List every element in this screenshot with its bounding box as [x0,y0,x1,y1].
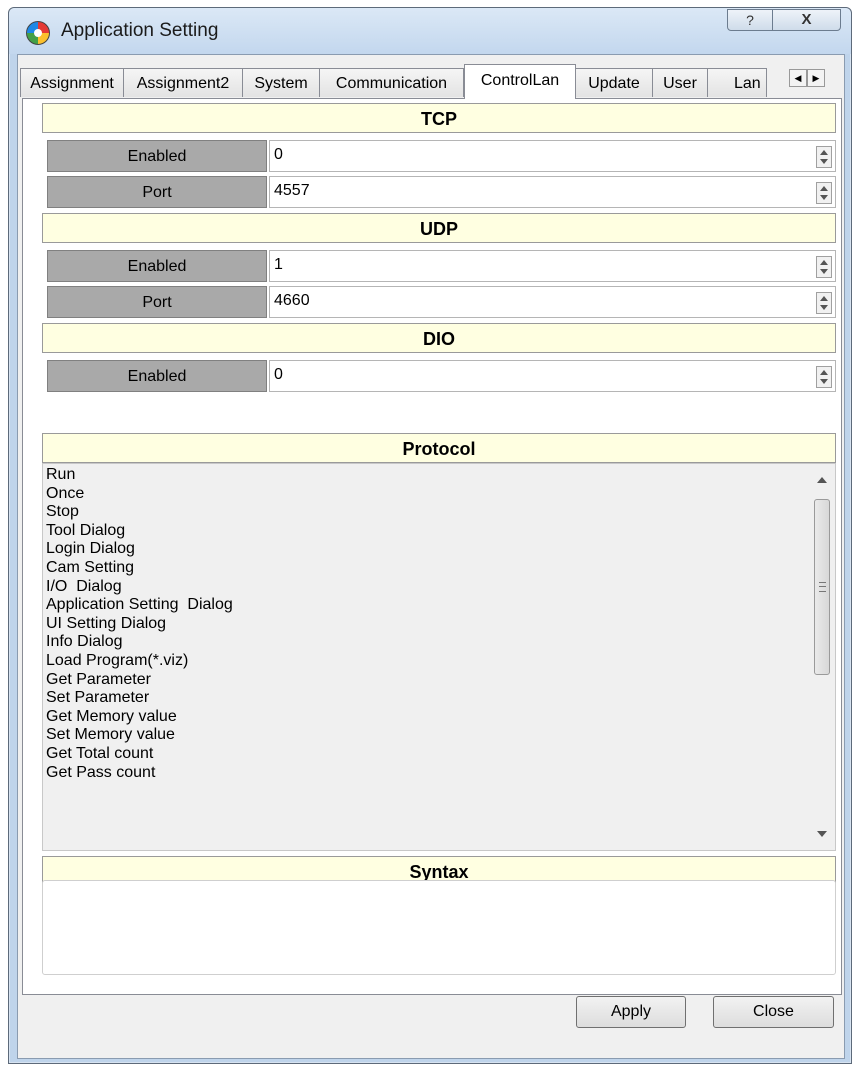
udp-port-label: Port [47,286,267,318]
dio-enabled-spinner-icon[interactable] [816,366,832,388]
protocol-item[interactable]: Load Program(*.viz) [46,652,806,671]
protocol-items: Run Once Stop Tool Dialog Login Dialog C… [46,466,806,782]
udp-enabled-value: 1 [274,256,283,273]
tcp-port-label: Port [47,176,267,208]
scroll-down-arrow-icon[interactable] [817,831,827,837]
udp-enabled-label: Enabled [47,250,267,282]
syntax-text-area[interactable] [42,880,836,975]
protocol-item[interactable]: Info Dialog [46,633,806,652]
protocol-item[interactable]: Once [46,485,806,504]
tcp-enabled-field[interactable]: 0 [269,140,836,172]
dio-enabled-field[interactable]: 0 [269,360,836,392]
tcp-enabled-spinner-icon[interactable] [816,146,832,168]
protocol-scrollbar[interactable] [810,465,834,849]
protocol-item[interactable]: Get Memory value [46,708,806,727]
tab-controllan[interactable]: ControlLan [464,64,576,99]
udp-enabled-spinner-icon[interactable] [816,256,832,278]
dio-header: DIO [42,323,836,353]
grip-icon [819,582,826,592]
tcp-port-value: 4557 [274,182,310,199]
dio-enabled-label: Enabled [47,360,267,392]
udp-port-value: 4660 [274,292,310,309]
protocol-item[interactable]: Get Total count [46,745,806,764]
protocol-item[interactable]: I/O Dialog [46,578,806,597]
protocol-item[interactable]: Stop [46,503,806,522]
udp-header: UDP [42,213,836,243]
protocol-item[interactable]: Tool Dialog [46,522,806,541]
scroll-up-arrow-icon[interactable] [817,477,827,483]
protocol-item[interactable]: Get Parameter [46,671,806,690]
protocol-header: Protocol [42,433,836,463]
protocol-item[interactable]: Get Pass count [46,764,806,783]
protocol-item[interactable]: Set Memory value [46,726,806,745]
protocol-item[interactable]: Set Parameter [46,689,806,708]
tcp-port-spinner-icon[interactable] [816,182,832,204]
apply-button[interactable]: Apply [576,996,686,1028]
protocol-list[interactable]: Run Once Stop Tool Dialog Login Dialog C… [42,463,836,851]
udp-port-spinner-icon[interactable] [816,292,832,314]
tcp-enabled-label: Enabled [47,140,267,172]
protocol-item[interactable]: UI Setting Dialog [46,615,806,634]
dio-enabled-value: 0 [274,366,283,383]
udp-enabled-field[interactable]: 1 [269,250,836,282]
close-button[interactable]: Close [713,996,834,1028]
protocol-item[interactable]: Run [46,466,806,485]
udp-port-field[interactable]: 4660 [269,286,836,318]
scroll-thumb[interactable] [814,499,830,675]
protocol-item[interactable]: Application Setting Dialog [46,596,806,615]
tcp-enabled-value: 0 [274,146,283,163]
tcp-port-field[interactable]: 4557 [269,176,836,208]
tcp-header: TCP [42,103,836,133]
controllan-content: TCP Enabled 0 Port 4557 UDP Enabled 1 Po… [13,0,853,1068]
protocol-item[interactable]: Login Dialog [46,540,806,559]
protocol-item[interactable]: Cam Setting [46,559,806,578]
